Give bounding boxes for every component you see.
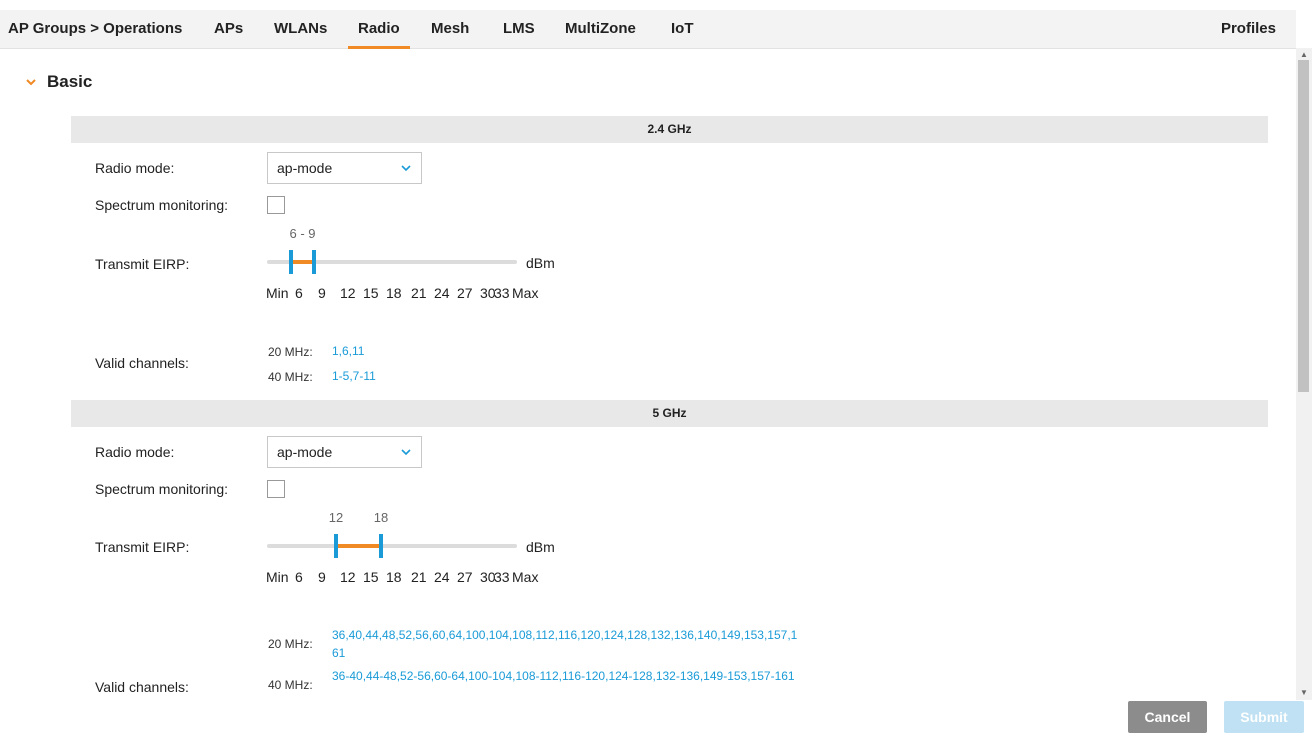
transmit-eirp-slider-2-4ghz[interactable]: 6 - 9 — [267, 226, 517, 278]
slider-handle-min[interactable] — [289, 250, 293, 274]
tab-lms[interactable]: LMS — [503, 20, 535, 37]
tab-mesh[interactable]: Mesh — [431, 20, 469, 37]
transmit-eirp-slider-5ghz[interactable]: 12 18 — [267, 510, 517, 562]
navbar: AP Groups > Operations APs WLANs Radio M… — [0, 10, 1296, 49]
tick-label: 24 — [434, 569, 450, 585]
tick-label: 24 — [434, 285, 450, 301]
submit-button[interactable]: Submit — [1224, 701, 1304, 733]
tick-label: Max — [512, 285, 539, 301]
channel-width-key: 40 MHz: — [268, 370, 313, 384]
vertical-scrollbar[interactable]: ▲ ▼ — [1296, 48, 1312, 700]
radio-mode-select-2-4ghz[interactable]: ap-mode — [267, 152, 422, 184]
tab-iot[interactable]: IoT — [671, 20, 694, 37]
radio-mode-select-5ghz[interactable]: ap-mode — [267, 436, 422, 468]
slider-handle-min[interactable] — [334, 534, 338, 558]
slider-track[interactable] — [267, 544, 517, 548]
radio-mode-value: ap-mode — [277, 160, 333, 176]
section-title: Basic — [47, 72, 93, 91]
transmit-eirp-label: Transmit EIRP: — [95, 256, 190, 272]
channel-list-link[interactable]: 36-40,44-48,52-56,60-64,100-104,108-112,… — [332, 667, 802, 685]
slider-value-min: 12 — [328, 510, 344, 525]
top-strip — [0, 0, 1312, 10]
tick-label: 6 — [295, 569, 303, 585]
tick-label: 6 — [295, 285, 303, 301]
tick-label: 9 — [318, 569, 326, 585]
scroll-thumb[interactable] — [1298, 60, 1309, 392]
tick-label: 15 — [363, 569, 379, 585]
transmit-eirp-label: Transmit EIRP: — [95, 539, 190, 555]
spectrum-monitoring-checkbox-5ghz[interactable] — [267, 480, 285, 498]
tab-wlans[interactable]: WLANs — [274, 20, 327, 37]
chevron-down-icon — [26, 79, 36, 86]
eirp-unit: dBm — [526, 539, 555, 555]
scroll-down-arrow-icon[interactable]: ▼ — [1296, 688, 1312, 698]
profiles-link[interactable]: Profiles — [1221, 20, 1276, 37]
scroll-up-arrow-icon[interactable]: ▲ — [1296, 50, 1312, 60]
eirp-unit: dBm — [526, 255, 555, 271]
tick-label: 15 — [363, 285, 379, 301]
tick-label: 18 — [386, 285, 402, 301]
channel-list-link[interactable]: 1-5,7-11 — [332, 367, 802, 385]
tick-label: 18 — [386, 569, 402, 585]
tick-label: Min — [266, 569, 289, 585]
tick-label: 33 — [494, 285, 510, 301]
basic-section-header[interactable]: Basic — [24, 72, 92, 92]
channel-width-key: 20 MHz: — [268, 345, 313, 359]
channel-list-link[interactable]: 1,6,11 — [332, 342, 802, 360]
slider-range — [291, 260, 314, 264]
tick-label: 12 — [340, 285, 356, 301]
channel-width-key: 40 MHz: — [268, 678, 313, 692]
tick-label: 27 — [457, 569, 473, 585]
radio-mode-label: Radio mode: — [95, 160, 175, 176]
spectrum-monitoring-checkbox-2-4ghz[interactable] — [267, 196, 285, 214]
band-header-2-4ghz: 2.4 GHz — [71, 116, 1268, 143]
radio-mode-value: ap-mode — [277, 444, 333, 460]
slider-range — [336, 544, 381, 548]
tab-aps[interactable]: APs — [214, 20, 243, 37]
spectrum-monitoring-label: Spectrum monitoring: — [95, 197, 229, 213]
tab-multizone[interactable]: MultiZone — [565, 20, 636, 37]
tick-label: 21 — [411, 569, 427, 585]
tick-label: 27 — [457, 285, 473, 301]
valid-channels-label: Valid channels: — [95, 679, 189, 695]
channel-list-link[interactable]: 36,40,44,48,52,56,60,64,100,104,108,112,… — [332, 626, 802, 662]
spectrum-monitoring-label: Spectrum monitoring: — [95, 481, 229, 497]
tick-label: 21 — [411, 285, 427, 301]
slider-value-range: 6 - 9 — [289, 226, 316, 241]
band-header-5ghz: 5 GHz — [71, 400, 1268, 427]
chevron-down-icon — [401, 165, 411, 172]
channel-width-key: 20 MHz: — [268, 637, 313, 651]
slider-handle-max[interactable] — [312, 250, 316, 274]
slider-handle-max[interactable] — [379, 534, 383, 558]
breadcrumb[interactable]: AP Groups > Operations — [8, 20, 182, 37]
tick-label: Min — [266, 285, 289, 301]
tab-radio[interactable]: Radio — [348, 20, 410, 49]
cancel-button[interactable]: Cancel — [1128, 701, 1207, 733]
slider-value-max: 18 — [373, 510, 389, 525]
tick-label: 33 — [494, 569, 510, 585]
valid-channels-label: Valid channels: — [95, 355, 189, 371]
tick-label: 12 — [340, 569, 356, 585]
radio-mode-label: Radio mode: — [95, 444, 175, 460]
chevron-down-icon — [401, 449, 411, 456]
tick-label: Max — [512, 569, 539, 585]
tick-label: 9 — [318, 285, 326, 301]
